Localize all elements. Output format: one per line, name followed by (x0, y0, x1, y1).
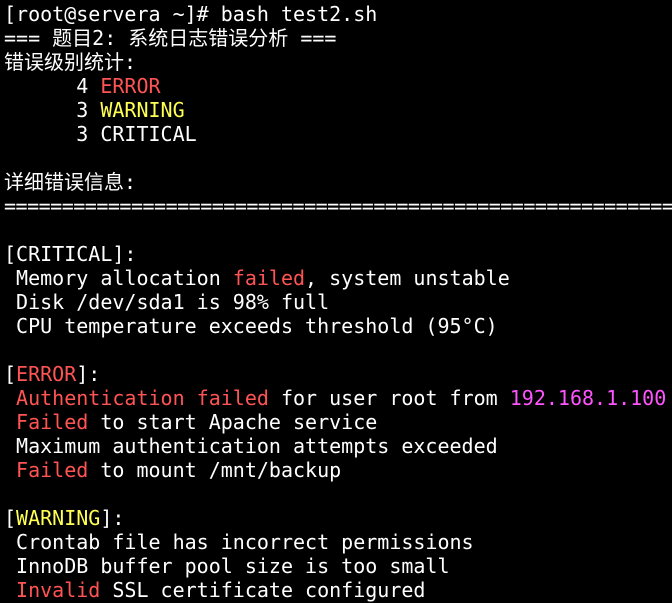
separator-line: ========================================… (4, 194, 672, 218)
error-header: [ERROR]: (4, 362, 672, 386)
stat-level-error: ERROR (100, 74, 161, 98)
error-label: ERROR (16, 362, 77, 386)
log-line: Failed to start Apache service (4, 410, 672, 434)
log-text: , system unstable (305, 266, 510, 290)
bracket-close: ]: (76, 362, 101, 386)
stat-row-critical: 3 CRITICAL (4, 122, 672, 146)
log-highlight: Failed (4, 410, 89, 434)
log-line: InnoDB buffer pool size is too small (4, 554, 450, 578)
log-highlight: Invalid (4, 578, 101, 602)
stat-count: 3 (4, 98, 101, 122)
stat-count: 3 (4, 122, 101, 146)
log-line: Maximum authentication attempts exceeded (4, 434, 498, 458)
bracket-open: [ (4, 506, 17, 530)
stats-heading: 错误级别统计: (4, 50, 137, 74)
log-highlight: failed (232, 266, 306, 290)
log-line: Authentication failed for user root from… (4, 386, 672, 410)
log-line: Disk /dev/sda1 is 98% full (4, 290, 330, 314)
critical-header: [CRITICAL]: (4, 242, 672, 266)
stat-row-warning: 3 WARNING (4, 98, 672, 122)
bracket-open: [ (4, 362, 17, 386)
bracket-open: [ (4, 242, 17, 266)
log-line: Crontab file has incorrect permissions (4, 530, 474, 554)
stat-level-warning: WARNING (100, 98, 185, 122)
log-text: for user root from (268, 386, 510, 410)
critical-label: CRITICAL (16, 242, 113, 266)
log-line: Memory allocation failed, system unstabl… (4, 266, 672, 290)
log-text: Memory allocation (4, 266, 233, 290)
log-line: Failed to mount /mnt/backup (4, 458, 672, 482)
log-highlight: Authentication failed (4, 386, 269, 410)
stat-count: 4 (4, 74, 101, 98)
warning-label: WARNING (16, 506, 101, 530)
details-heading: 详细错误信息: (4, 170, 137, 194)
section-title: === 题目2: 系统日志错误分析 === (4, 26, 337, 50)
log-text: to start Apache service (88, 410, 378, 434)
prompt-line: [root@servera ~]# bash test2.sh (4, 2, 378, 26)
stat-level-critical: CRITICAL (100, 122, 197, 146)
bracket-close: ]: (100, 506, 125, 530)
log-highlight: Failed (4, 458, 89, 482)
bracket-close: ]: (112, 242, 137, 266)
ip-address: 192.168.1.100 (509, 386, 667, 410)
log-line: Invalid SSL certificate configured (4, 578, 672, 602)
warning-header: [WARNING]: (4, 506, 672, 530)
log-text: SSL certificate configured (100, 578, 426, 602)
stat-row-error: 4 ERROR (4, 74, 672, 98)
log-text: to mount /mnt/backup (88, 458, 342, 482)
terminal-window[interactable]: [root@servera ~]# bash test2.sh === 题目2:… (0, 0, 672, 603)
log-line: CPU temperature exceeds threshold (95°C) (4, 314, 498, 338)
